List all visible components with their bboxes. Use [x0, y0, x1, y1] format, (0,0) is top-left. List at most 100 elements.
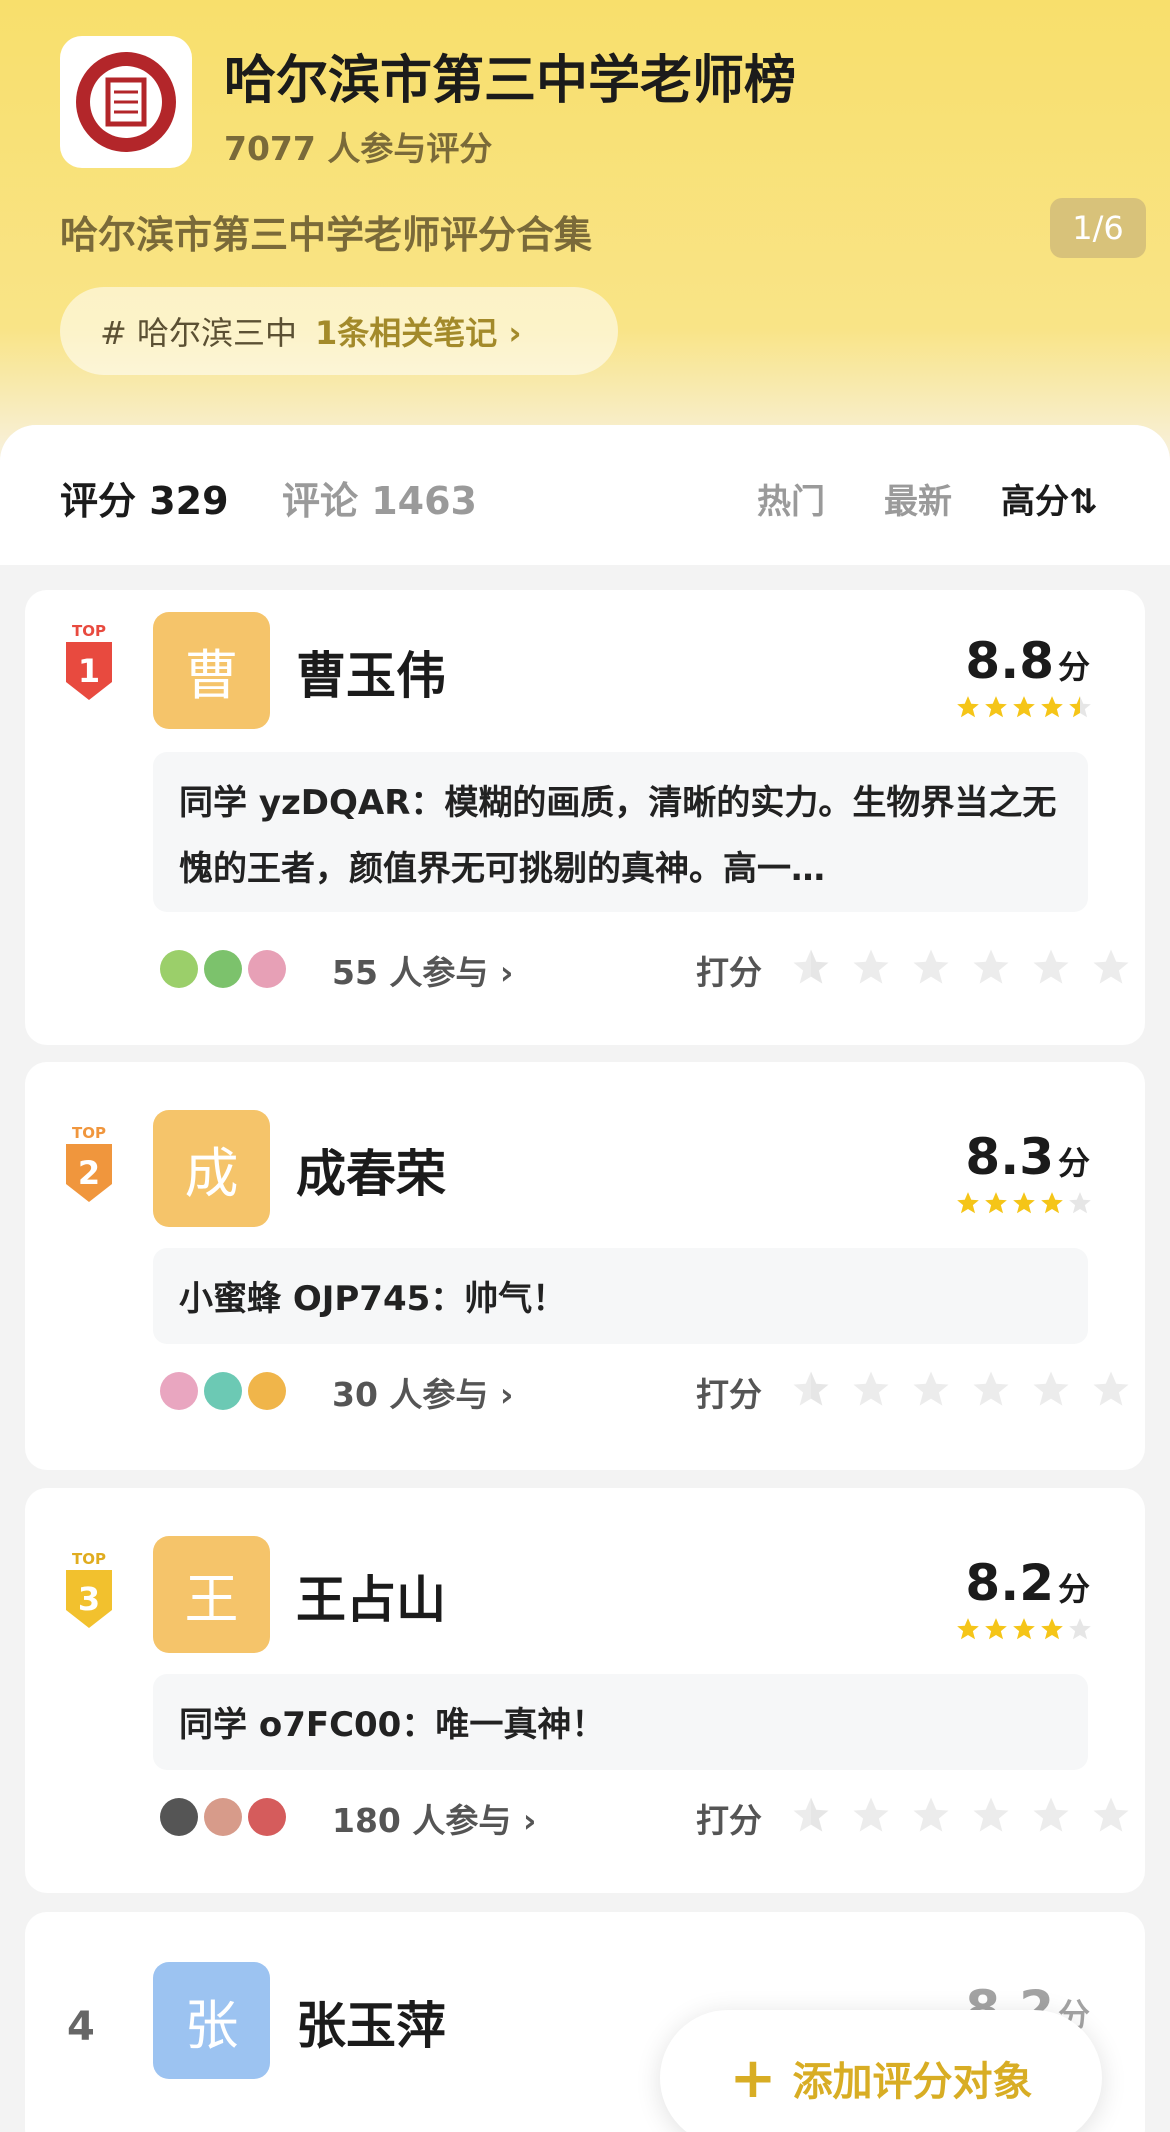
badge-number: 1: [78, 652, 100, 690]
card-footer: 55 人参与 › 打分: [160, 940, 1129, 1000]
teacher-name: 曹玉伟: [296, 647, 446, 705]
rate-star-icon[interactable]: [850, 1368, 892, 1410]
star-icon: [1013, 696, 1035, 718]
rate-star-icon[interactable]: [1030, 1794, 1072, 1836]
rate-star-icon[interactable]: [790, 1794, 832, 1836]
score-value: 8.2: [965, 1554, 1054, 1612]
collection-subtitle: 哈尔滨市第三中学老师评分合集: [60, 213, 593, 257]
participant-avatars: [160, 1798, 286, 1836]
teacher-score: 8.8 分: [965, 632, 1090, 690]
topic-notes-link[interactable]: 1条相关笔记 ›: [315, 308, 522, 354]
top-badge-icon: TOP 2: [66, 1124, 112, 1202]
rate-star-icon[interactable]: [850, 1794, 892, 1836]
avatar: 曹: [153, 612, 270, 729]
teacher-card[interactable]: TOP 2 成 成春荣 8.3 分 小蜜蜂 OJP745：帅气！ 30 人参与 ›…: [25, 1062, 1145, 1470]
participant-count: 7077 人参与评分: [224, 129, 493, 168]
rate-star-icon[interactable]: [970, 1368, 1012, 1410]
school-seal-icon: [76, 52, 176, 152]
star-icon: [1069, 1618, 1091, 1640]
star-rating: [955, 1190, 1093, 1216]
rate-label: 打分: [696, 953, 762, 992]
topic-tag: # 哈尔滨三中: [100, 314, 297, 352]
teacher-score: 8.3 分: [965, 1128, 1090, 1186]
rate-star-icon[interactable]: [790, 946, 832, 988]
score-unit: 分: [1057, 1144, 1090, 1182]
participant-link[interactable]: 180 人参与 ›: [332, 1794, 536, 1842]
rate-star-icon[interactable]: [910, 1794, 952, 1836]
teacher-name: 张玉萍: [296, 1997, 446, 2055]
rate-star-icon[interactable]: [1090, 1368, 1132, 1410]
emoji-icon: [160, 950, 198, 988]
rate-stars[interactable]: [790, 946, 1132, 988]
card-footer: 30 人参与 › 打分: [160, 1362, 1129, 1422]
badge-label: TOP: [72, 1550, 106, 1568]
star-icon: [1041, 1618, 1063, 1640]
badge-number: 2: [78, 1154, 100, 1192]
participant-emojis: [160, 1372, 286, 1410]
emoji-icon: [248, 1372, 286, 1410]
rate-star-icon[interactable]: [910, 946, 952, 988]
sort-high[interactable]: 高分⇅: [1001, 474, 1098, 523]
add-rating-target-button[interactable]: + 添加评分对象: [660, 2010, 1102, 2132]
top-badge-icon: TOP 3: [66, 1550, 112, 1628]
emoji-icon: [160, 1372, 198, 1410]
user-avatar: [248, 1798, 286, 1836]
tab-comments[interactable]: 评论 1463: [282, 470, 477, 525]
rank-number: 4: [67, 2004, 95, 2050]
tab-rating[interactable]: 评分 329: [60, 470, 229, 525]
participant-emojis: [160, 950, 286, 988]
page-indicator: 1/6: [1050, 198, 1146, 258]
score-unit: 分: [1057, 648, 1090, 686]
sort-hot[interactable]: 热门: [757, 474, 825, 523]
page-title: 哈尔滨市第三中学老师榜: [224, 51, 797, 111]
score-value: 8.8: [965, 632, 1054, 690]
score-unit: 分: [1057, 1570, 1090, 1608]
avatar: 成: [153, 1110, 270, 1227]
teacher-card[interactable]: TOP 3 王 王占山 8.2 分 同学 o7FC00：唯一真神！ 180 人参与…: [25, 1488, 1145, 1893]
teacher-name: 成春荣: [296, 1145, 446, 1203]
rate-label: 打分: [696, 1375, 762, 1414]
rate-star-icon[interactable]: [970, 946, 1012, 988]
add-button-label: 添加评分对象: [792, 2059, 1033, 2105]
user-avatar: [160, 1798, 198, 1836]
rate-star-icon[interactable]: [1090, 946, 1132, 988]
teacher-card[interactable]: TOP 1 曹 曹玉伟 8.8 分 同学 yzDQAR：模糊的画质，清晰的实力。生…: [25, 590, 1145, 1045]
rate-star-icon[interactable]: [910, 1368, 952, 1410]
top-comment[interactable]: 同学 yzDQAR：模糊的画质，清晰的实力。生物界当之无愧的王者，颜值界无可挑剔…: [153, 752, 1088, 912]
star-icon: [957, 1618, 979, 1640]
rate-star-icon[interactable]: [790, 1368, 832, 1410]
card-footer: 180 人参与 › 打分: [160, 1788, 1129, 1848]
school-logo: [60, 36, 192, 168]
top-comment[interactable]: 同学 o7FC00：唯一真神！: [153, 1674, 1088, 1770]
rate-stars[interactable]: [790, 1368, 1132, 1410]
rate-star-icon[interactable]: [1030, 1368, 1072, 1410]
rate-label: 打分: [696, 1801, 762, 1840]
user-avatar: [204, 1798, 242, 1836]
badge-label: TOP: [72, 622, 106, 640]
teacher-name: 王占山: [296, 1571, 446, 1629]
teacher-score: 8.2 分: [965, 1554, 1090, 1612]
star-icon: [985, 696, 1007, 718]
score-value: 8.3: [965, 1128, 1054, 1186]
star-icon: [957, 1192, 979, 1214]
top-comment[interactable]: 小蜜蜂 OJP745：帅气！: [153, 1248, 1088, 1344]
star-icon: [1013, 1192, 1035, 1214]
star-rating: [955, 1616, 1093, 1642]
top-badge-icon: TOP 1: [66, 622, 112, 700]
rate-star-icon[interactable]: [970, 1794, 1012, 1836]
star-icon: [957, 696, 979, 718]
star-icon: [1041, 696, 1063, 718]
rate-star-icon[interactable]: [1030, 946, 1072, 988]
star-rating: [955, 694, 1093, 720]
rate-star-icon[interactable]: [850, 946, 892, 988]
topic-link[interactable]: # 哈尔滨三中 1条相关笔记 ›: [60, 287, 618, 375]
star-icon: [1069, 696, 1091, 718]
emoji-icon: [204, 1372, 242, 1410]
star-icon: [985, 1618, 1007, 1640]
participant-link[interactable]: 30 人参与 ›: [332, 1368, 514, 1416]
rate-star-icon[interactable]: [1090, 1794, 1132, 1836]
star-icon: [1013, 1618, 1035, 1640]
sort-new[interactable]: 最新: [884, 474, 952, 523]
rate-stars[interactable]: [790, 1794, 1132, 1836]
participant-link[interactable]: 55 人参与 ›: [332, 946, 514, 994]
